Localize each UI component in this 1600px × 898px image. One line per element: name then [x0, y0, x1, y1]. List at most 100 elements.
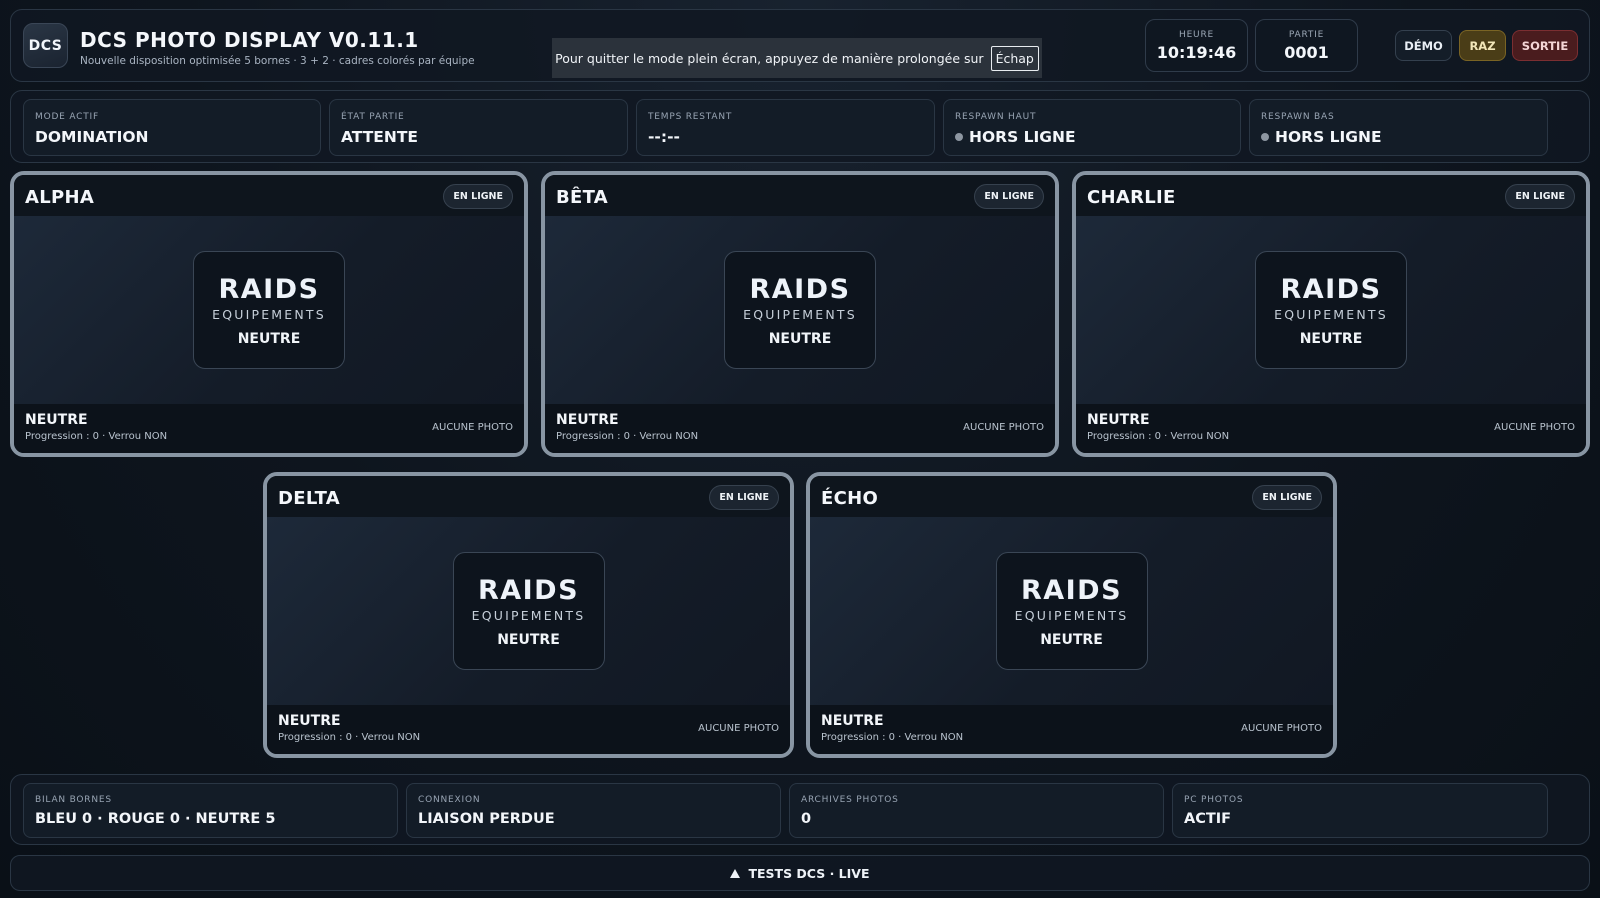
team-state: NEUTRE: [1087, 412, 1150, 428]
team-photo-area: RAIDS EQUIPEMENTS NEUTRE: [14, 216, 524, 404]
clock-display: HEURE 10:19:46: [1145, 19, 1248, 72]
game-number-display: PARTIE 0001: [1255, 19, 1358, 72]
team-header: ALPHA EN LIGNE: [14, 175, 524, 216]
fullscreen-notice-text: Pour quitter le mode plein écran, appuye…: [555, 50, 984, 66]
team-card-alpha[interactable]: ALPHA EN LIGNE RAIDS EQUIPEMENTS NEUTRE …: [10, 171, 528, 457]
summary-row: BILAN BORNES BLEU 0 · ROUGE 0 · NEUTRE 5…: [10, 774, 1590, 845]
raid-subtitle: EQUIPEMENTS: [1014, 608, 1129, 623]
team-name: DELTA: [278, 488, 341, 509]
summary-bornes: BILAN BORNES BLEU 0 · ROUGE 0 · NEUTRE 5: [23, 783, 398, 838]
raid-placeholder: RAIDS EQUIPEMENTS NEUTRE: [995, 552, 1148, 670]
team-progress: Progression : 0 · Verrou NON: [25, 431, 168, 442]
summary-value: ACTIF: [1184, 811, 1232, 827]
status-value: ATTENTE: [341, 128, 419, 146]
game-label: PARTIE: [1288, 30, 1325, 40]
exit-button[interactable]: SORTIE: [1512, 30, 1578, 61]
status-value: --:--: [648, 128, 680, 146]
triangle-up-icon: [730, 868, 741, 878]
game-value: 0001: [1284, 43, 1329, 62]
team-progress: Progression : 0 · Verrou NON: [821, 732, 964, 743]
team-name: CHARLIE: [1087, 187, 1176, 208]
raid-title: RAIDS: [749, 274, 851, 305]
team-card-delta[interactable]: DELTA EN LIGNE RAIDS EQUIPEMENTS NEUTRE …: [263, 472, 794, 758]
summary-label: ARCHIVES PHOTOS: [801, 795, 899, 805]
status-value: HORS LIGNE: [969, 128, 1076, 146]
online-badge: EN LIGNE: [1505, 184, 1575, 209]
fullscreen-notice: Pour quitter le mode plein écran, appuye…: [552, 38, 1042, 78]
team-header: DELTA EN LIGNE: [267, 476, 790, 517]
team-photo-area: RAIDS EQUIPEMENTS NEUTRE: [545, 216, 1055, 404]
status-label: ÉTAT PARTIE: [341, 112, 405, 122]
team-footer: NEUTRE Progression : 0 · Verrou NON AUCU…: [14, 404, 524, 453]
raid-placeholder: RAIDS EQUIPEMENTS NEUTRE: [724, 251, 876, 369]
team-name: BÊTA: [556, 187, 609, 208]
reset-button[interactable]: RAZ: [1459, 30, 1506, 61]
summary-label: BILAN BORNES: [35, 795, 112, 805]
team-header: ÉCHO EN LIGNE: [810, 476, 1333, 517]
team-state: NEUTRE: [25, 412, 88, 428]
status-label: RESPAWN BAS: [1261, 112, 1335, 122]
summary-pc-photos: PC PHOTOS ACTIF: [1172, 783, 1548, 838]
team-footer: NEUTRE Progression : 0 · Verrou NON AUCU…: [810, 705, 1333, 754]
team-photo-area: RAIDS EQUIPEMENTS NEUTRE: [810, 517, 1333, 705]
status-row: MODE ACTIF DOMINATION ÉTAT PARTIE ATTENT…: [10, 90, 1590, 163]
raid-title: RAIDS: [218, 274, 320, 305]
status-label: RESPAWN HAUT: [955, 112, 1037, 122]
status-game-state: ÉTAT PARTIE ATTENTE: [329, 99, 628, 156]
tests-live-bar[interactable]: TESTS DCS · LIVE: [10, 855, 1590, 891]
team-card-beta[interactable]: BÊTA EN LIGNE RAIDS EQUIPEMENTS NEUTRE N…: [541, 171, 1059, 457]
summary-value: 0: [801, 811, 812, 827]
offline-dot-icon: [1261, 133, 1269, 141]
team-photo-area: RAIDS EQUIPEMENTS NEUTRE: [267, 517, 790, 705]
status-value: HORS LIGNE: [1275, 128, 1382, 146]
raid-status: NEUTRE: [768, 331, 832, 347]
status-label: MODE ACTIF: [35, 112, 99, 122]
online-badge: EN LIGNE: [974, 184, 1044, 209]
clock-value: 10:19:46: [1156, 43, 1237, 62]
summary-value: LIAISON PERDUE: [418, 811, 555, 827]
raid-subtitle: EQUIPEMENTS: [743, 307, 857, 322]
raid-placeholder: RAIDS EQUIPEMENTS NEUTRE: [1255, 251, 1407, 369]
raid-subtitle: EQUIPEMENTS: [212, 307, 326, 322]
team-state: NEUTRE: [278, 713, 341, 729]
status-value: DOMINATION: [35, 128, 149, 146]
raid-subtitle: EQUIPEMENTS: [1274, 307, 1388, 322]
status-time-left: TEMPS RESTANT --:--: [636, 99, 935, 156]
raid-title: RAIDS: [477, 575, 580, 606]
app-header: DCS DCS PHOTO DISPLAY V0.11.1 Nouvelle d…: [10, 9, 1590, 82]
team-progress: Progression : 0 · Verrou NON: [556, 431, 699, 442]
escape-key-hint: Échap: [990, 45, 1039, 71]
offline-dot-icon: [955, 133, 963, 141]
clock-label: HEURE: [1179, 30, 1214, 40]
demo-button[interactable]: DÉMO: [1395, 30, 1452, 61]
team-name: ÉCHO: [821, 488, 879, 509]
summary-photo-archives: ARCHIVES PHOTOS 0: [789, 783, 1164, 838]
raid-title: RAIDS: [1020, 575, 1123, 606]
status-mode: MODE ACTIF DOMINATION: [23, 99, 321, 156]
online-badge: EN LIGNE: [443, 184, 513, 209]
team-header: BÊTA EN LIGNE: [545, 175, 1055, 216]
team-header: CHARLIE EN LIGNE: [1076, 175, 1586, 216]
team-card-echo[interactable]: ÉCHO EN LIGNE RAIDS EQUIPEMENTS NEUTRE N…: [806, 472, 1337, 758]
team-state: NEUTRE: [821, 713, 884, 729]
raid-status: NEUTRE: [1299, 331, 1363, 347]
summary-label: CONNEXION: [418, 795, 481, 805]
team-card-charlie[interactable]: CHARLIE EN LIGNE RAIDS EQUIPEMENTS NEUTR…: [1072, 171, 1590, 457]
raid-placeholder: RAIDS EQUIPEMENTS NEUTRE: [193, 251, 345, 369]
raid-status: NEUTRE: [497, 632, 560, 648]
raid-placeholder: RAIDS EQUIPEMENTS NEUTRE: [452, 552, 605, 670]
app-title: DCS PHOTO DISPLAY V0.11.1: [80, 28, 419, 52]
team-photo-area: RAIDS EQUIPEMENTS NEUTRE: [1076, 216, 1586, 404]
summary-label: PC PHOTOS: [1184, 795, 1244, 805]
team-photo-status: AUCUNE PHOTO: [963, 422, 1044, 433]
app-logo: DCS: [23, 23, 68, 68]
raid-status: NEUTRE: [1040, 632, 1103, 648]
raid-title: RAIDS: [1280, 274, 1382, 305]
app-subtitle: Nouvelle disposition optimisée 5 bornes …: [80, 55, 475, 67]
team-photo-status: AUCUNE PHOTO: [698, 723, 779, 734]
raid-status: NEUTRE: [237, 331, 301, 347]
online-badge: EN LIGNE: [1252, 485, 1322, 510]
team-footer: NEUTRE Progression : 0 · Verrou NON AUCU…: [267, 705, 790, 754]
summary-value: BLEU 0 · ROUGE 0 · NEUTRE 5: [35, 811, 276, 827]
online-badge: EN LIGNE: [709, 485, 779, 510]
